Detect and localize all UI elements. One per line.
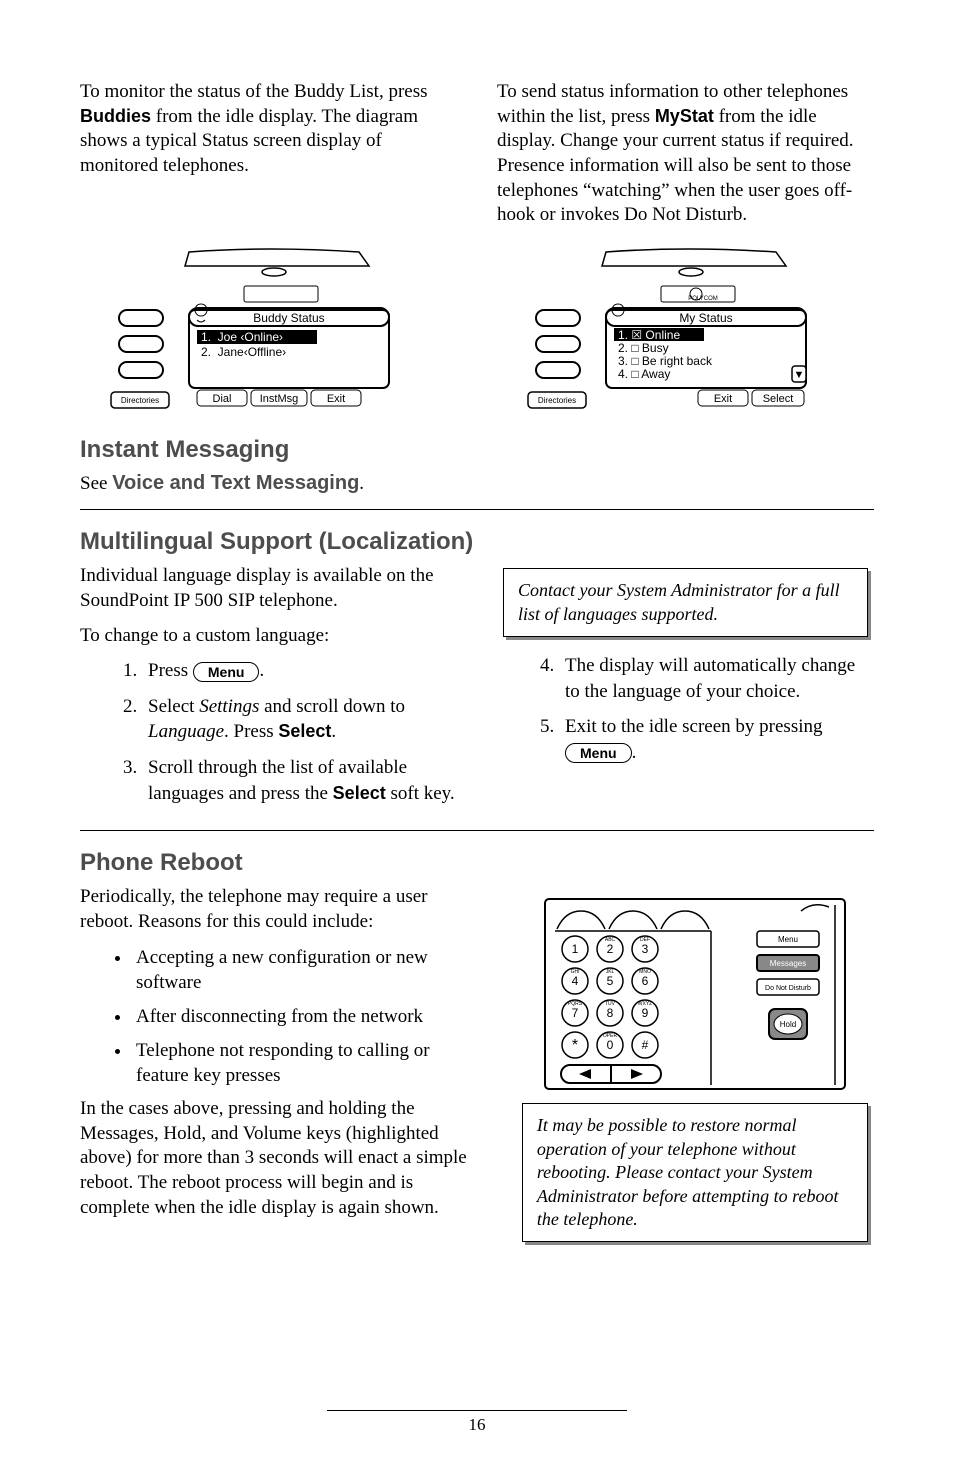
multi-steps-left: Press Menu. Select Settings and scroll d… bbox=[80, 658, 457, 806]
step-2: Select Settings and scroll down to Langu… bbox=[142, 694, 457, 745]
svg-text:InstMsg: InstMsg bbox=[259, 393, 298, 405]
multi-p1: Individual language display is available… bbox=[80, 564, 457, 613]
svg-text:1. ☒ Online: 1. ☒ Online bbox=[618, 328, 680, 342]
select-label: Select bbox=[278, 721, 331, 741]
svg-text:MNO: MNO bbox=[639, 969, 651, 975]
buddy-intro: To monitor the status of the Buddy List,… bbox=[80, 80, 457, 179]
keypad-figure: 1 2ABC 3DEF 4GHI 5JKL 6MNO 7PQRS bbox=[516, 889, 874, 1099]
step-5: Exit to the idle screen by pressing Menu… bbox=[559, 714, 874, 765]
t: . bbox=[632, 742, 637, 763]
svg-text:Exit: Exit bbox=[713, 393, 731, 405]
t: . Press bbox=[224, 721, 278, 742]
my-status-figure: POLYCOM My Status 1. ☒ Online 2. □ Busy … bbox=[497, 248, 874, 418]
svg-text:*: * bbox=[572, 1037, 578, 1054]
page-footer: 16 bbox=[0, 1410, 954, 1435]
bullet-2: After disconnecting from the network bbox=[132, 1004, 476, 1030]
t: To monitor the status of the Buddy List,… bbox=[80, 81, 428, 102]
see-link: Voice and Text Messaging bbox=[112, 472, 359, 494]
svg-text:Buddy Status: Buddy Status bbox=[253, 311, 324, 325]
bullet-3: Telephone not responding to calling or f… bbox=[132, 1038, 476, 1089]
reboot-p1: Periodically, the telephone may require … bbox=[80, 885, 476, 934]
t: Exit to the idle screen by pressing bbox=[565, 716, 823, 737]
svg-text:3: 3 bbox=[642, 942, 649, 956]
svg-text:WXYZ: WXYZ bbox=[638, 1001, 652, 1007]
multi-steps-right: The display will automatically change to… bbox=[497, 653, 874, 766]
svg-text:7: 7 bbox=[572, 1006, 579, 1020]
lang-note: Contact your System Administrator for a … bbox=[503, 568, 868, 637]
svg-text:POLYCOM: POLYCOM bbox=[688, 296, 718, 302]
svg-text:DEF: DEF bbox=[640, 937, 650, 943]
svg-text:Hold: Hold bbox=[780, 1020, 796, 1029]
svg-text:4: 4 bbox=[572, 974, 579, 988]
svg-text:My Status: My Status bbox=[679, 311, 732, 325]
svg-text:5: 5 bbox=[607, 974, 614, 988]
t: Language bbox=[148, 721, 224, 742]
svg-text:Directories: Directories bbox=[537, 396, 575, 405]
svg-text:JKL: JKL bbox=[606, 969, 615, 975]
t: and scroll down to bbox=[259, 696, 405, 717]
step-4: The display will automatically change to… bbox=[559, 653, 874, 704]
reboot-note: It may be possible to restore normal ope… bbox=[522, 1103, 868, 1242]
svg-text:2. Jane‹Offline›: 2. Jane‹Offline› bbox=[201, 345, 286, 359]
multi-p2: To change to a custom language: bbox=[80, 624, 457, 649]
svg-text:8: 8 bbox=[607, 1006, 614, 1020]
svg-text:1. Joe ‹Online›: 1. Joe ‹Online› bbox=[201, 330, 283, 344]
svg-text:Messages: Messages bbox=[770, 959, 806, 968]
t: . bbox=[331, 721, 336, 742]
page-number: 16 bbox=[469, 1415, 486, 1434]
svg-text:Dial: Dial bbox=[212, 393, 231, 405]
svg-text:9: 9 bbox=[642, 1006, 649, 1020]
svg-text:TUV: TUV bbox=[605, 1001, 616, 1007]
t: See bbox=[80, 473, 112, 494]
see-voice-text: See Voice and Text Messaging. bbox=[80, 472, 874, 495]
svg-text:Exit: Exit bbox=[326, 393, 344, 405]
step-1: Press Menu. bbox=[142, 658, 457, 684]
reboot-bullets: Accepting a new configuration or new sof… bbox=[80, 945, 476, 1089]
bullet-1: Accepting a new configuration or new sof… bbox=[132, 945, 476, 996]
svg-text:0: 0 bbox=[607, 1038, 614, 1052]
svg-text:Directories: Directories bbox=[120, 396, 158, 405]
mystat-intro: To send status information to other tele… bbox=[497, 80, 874, 228]
svg-text:3. □ Be right back: 3. □ Be right back bbox=[618, 354, 713, 368]
t: Select bbox=[148, 696, 199, 717]
divider bbox=[80, 509, 874, 510]
menu-key: Menu bbox=[193, 662, 260, 682]
t: . bbox=[259, 660, 264, 681]
t: Settings bbox=[199, 696, 259, 717]
svg-text:1: 1 bbox=[572, 942, 579, 956]
buddies-label: Buddies bbox=[80, 106, 151, 126]
svg-text:2. □ Busy: 2. □ Busy bbox=[618, 341, 669, 355]
svg-text:Do Not Disturb: Do Not Disturb bbox=[765, 985, 811, 992]
svg-text:OPER: OPER bbox=[603, 1033, 618, 1039]
reboot-p2: In the cases above, pressing and holding… bbox=[80, 1097, 476, 1220]
mystat-label: MyStat bbox=[655, 106, 714, 126]
svg-text:▼: ▼ bbox=[793, 369, 804, 381]
svg-text:ABC: ABC bbox=[605, 937, 616, 943]
svg-text:#: # bbox=[642, 1038, 649, 1052]
svg-text:6: 6 bbox=[642, 974, 649, 988]
t: . bbox=[359, 473, 364, 494]
buddy-status-figure: POLYCOM Buddy Status 1. Joe ‹Online› 2. … bbox=[80, 248, 457, 418]
svg-text:Select: Select bbox=[762, 393, 793, 405]
svg-text:PQRS: PQRS bbox=[568, 1001, 583, 1007]
step-3: Scroll through the list of available lan… bbox=[142, 755, 457, 806]
reboot-heading: Phone Reboot bbox=[80, 849, 874, 877]
svg-text:4. □ Away: 4. □ Away bbox=[618, 367, 670, 381]
t: Press bbox=[148, 660, 193, 681]
t: soft key. bbox=[386, 783, 455, 804]
svg-text:GHI: GHI bbox=[570, 969, 579, 975]
svg-text:2: 2 bbox=[607, 942, 614, 956]
divider bbox=[80, 830, 874, 831]
svg-text:Menu: Menu bbox=[778, 935, 798, 944]
menu-key-2: Menu bbox=[565, 743, 632, 763]
multilingual-heading: Multilingual Support (Localization) bbox=[80, 528, 874, 556]
select-label-2: Select bbox=[333, 783, 386, 803]
instant-messaging-heading: Instant Messaging bbox=[80, 436, 874, 464]
